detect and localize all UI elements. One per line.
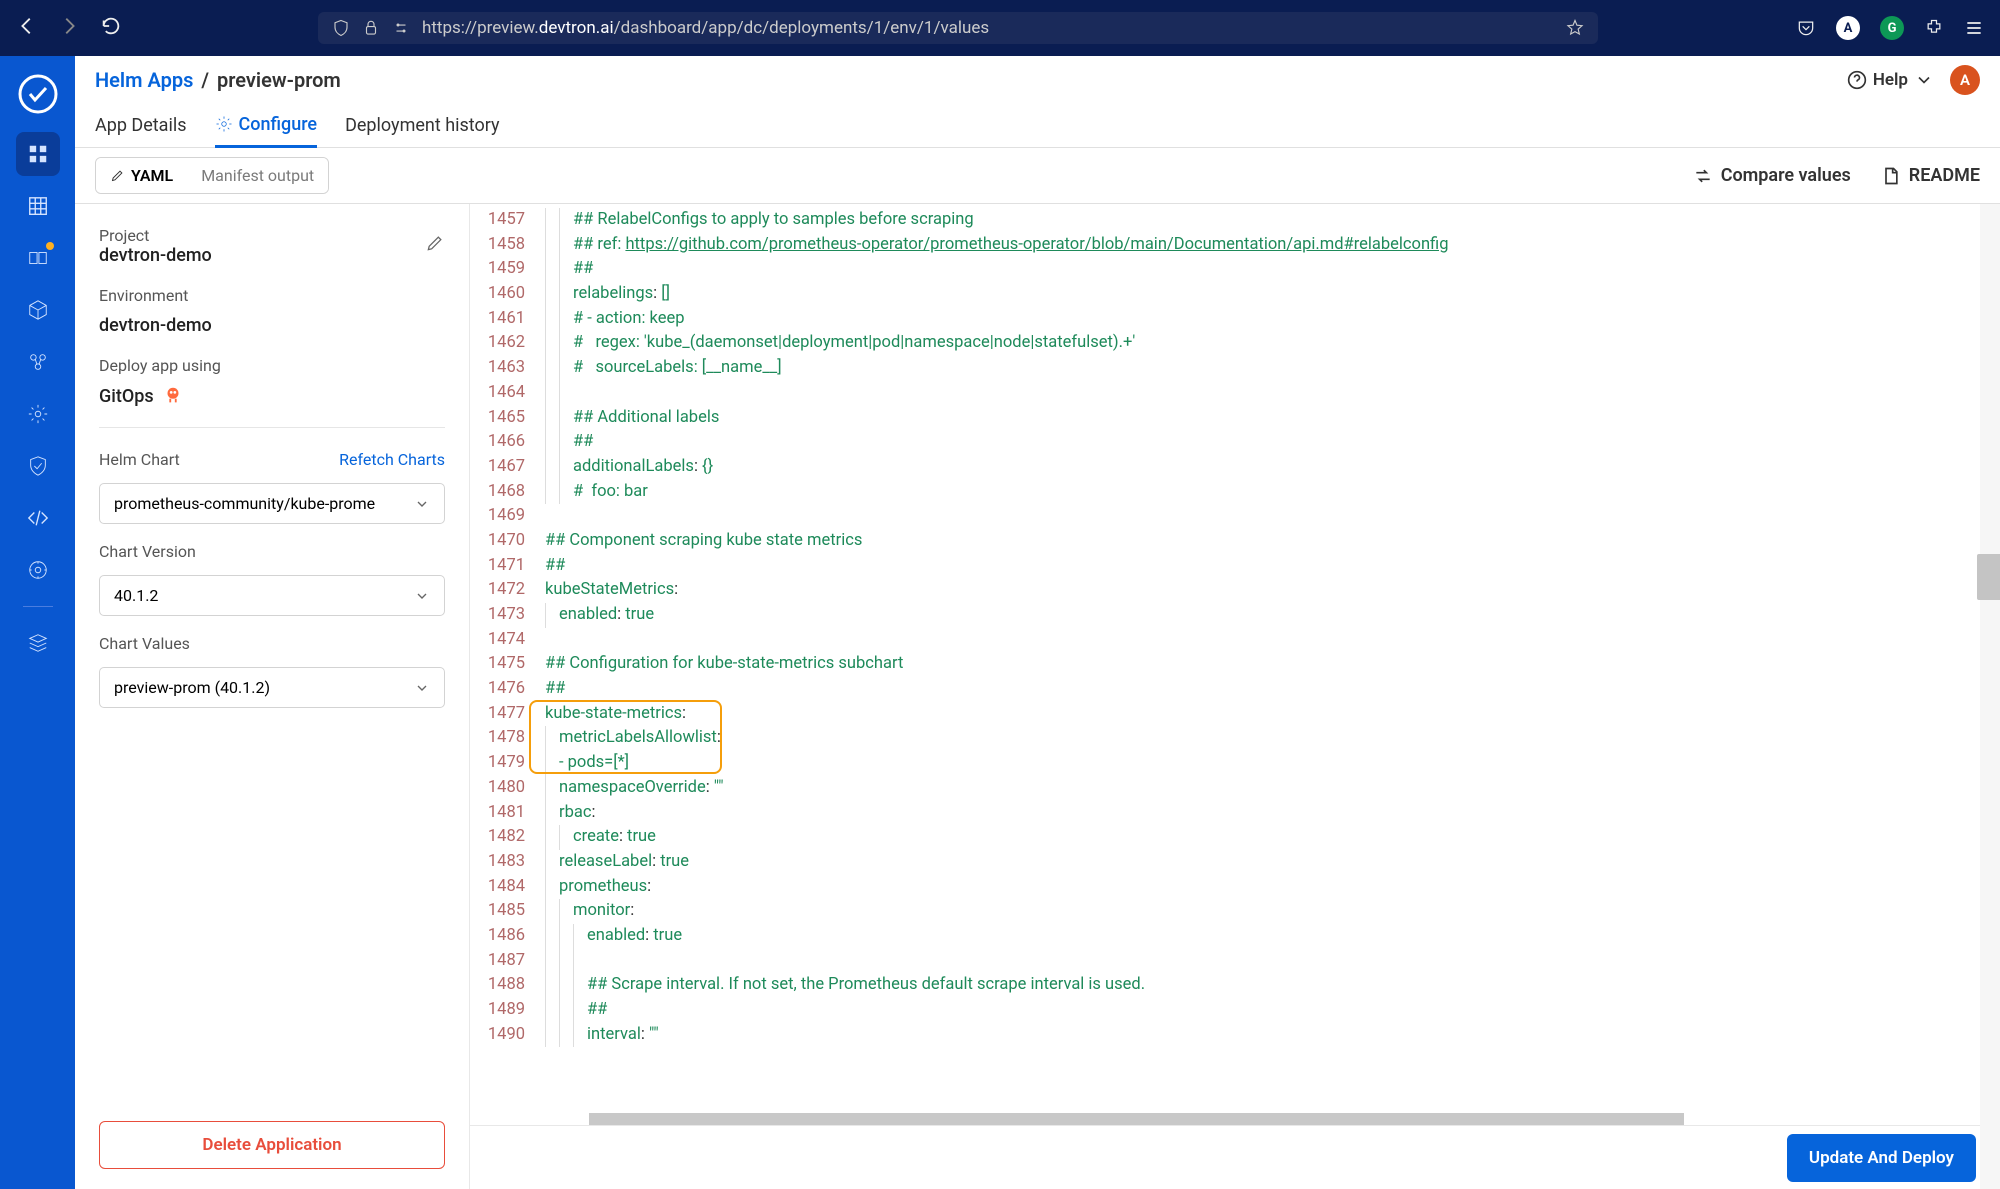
toggle-icon (392, 19, 410, 37)
tab-app-details[interactable]: App Details (95, 105, 187, 146)
tab-deployment-history[interactable]: Deployment history (345, 105, 499, 146)
compare-icon (1693, 166, 1713, 186)
file-icon (1881, 166, 1901, 186)
page-header: Helm Apps / preview-prom Help A (75, 56, 2000, 104)
sidebar-code[interactable] (16, 496, 60, 540)
gear-icon (215, 115, 233, 133)
minimap[interactable] (1980, 204, 2000, 1125)
version-select[interactable]: 40.1.2 (99, 575, 445, 616)
help-icon (1847, 70, 1867, 90)
line-gutter: 1457145814591460146114621463146414651466… (470, 204, 535, 1125)
sidebar-grid[interactable] (16, 184, 60, 228)
compare-values-button[interactable]: Compare values (1693, 165, 1851, 186)
user-avatar[interactable]: A (1950, 65, 1980, 95)
readme-button[interactable]: README (1881, 165, 1980, 186)
menu-icon[interactable] (1964, 18, 1984, 38)
sidebar-security[interactable] (16, 444, 60, 488)
sidebar-jobs[interactable] (16, 236, 60, 280)
url-text: https://preview.devtron.ai/dashboard/app… (422, 18, 989, 38)
nav-back-icon[interactable] (16, 15, 38, 41)
sidebar-settings[interactable] (16, 548, 60, 592)
view-toggle: YAML Manifest output (95, 157, 329, 194)
chevron-down-icon (1914, 70, 1934, 90)
project-value: devtron-demo (99, 245, 212, 266)
sidebar-stack[interactable] (16, 621, 60, 665)
shield-icon (332, 19, 350, 37)
edit-project-button[interactable] (425, 233, 445, 257)
editor-toolbar: YAML Manifest output Compare values READ… (75, 148, 2000, 204)
editor-footer: Update And Deploy (470, 1125, 2000, 1189)
account-icon[interactable]: A (1836, 16, 1860, 40)
env-label: Environment (99, 286, 445, 305)
code-content[interactable]: ## RelabelConfigs to apply to samples be… (535, 204, 2000, 1125)
devtron-logo[interactable] (18, 74, 58, 114)
extension-icon[interactable]: G (1880, 16, 1904, 40)
extensions-icon[interactable] (1924, 18, 1944, 38)
nav-forward-icon (58, 15, 80, 41)
version-label: Chart Version (99, 542, 445, 561)
project-label: Project (99, 226, 212, 245)
bookmark-star-icon[interactable] (1566, 19, 1584, 37)
values-select[interactable]: preview-prom (40.1.2) (99, 667, 445, 708)
sidebar-apps[interactable] (16, 132, 60, 176)
argo-icon (162, 385, 184, 407)
yaml-editor: 1457145814591460146114621463146414651466… (470, 204, 2000, 1189)
code-area[interactable]: 1457145814591460146114621463146414651466… (470, 204, 2000, 1125)
sidebar-cube[interactable] (16, 288, 60, 332)
manifest-toggle[interactable]: Manifest output (187, 158, 328, 193)
app-sidebar (0, 56, 75, 1189)
browser-bar: https://preview.devtron.ai/dashboard/app… (0, 0, 2000, 56)
yaml-toggle[interactable]: YAML (96, 158, 187, 193)
chart-select[interactable]: prometheus-community/kube-prome (99, 483, 445, 524)
delete-application-button[interactable]: Delete Application (99, 1121, 445, 1169)
nav-reload-icon[interactable] (100, 15, 122, 41)
chevron-down-icon (414, 496, 430, 512)
breadcrumb-current: preview-prom (217, 68, 341, 92)
refetch-charts-link[interactable]: Refetch Charts (339, 450, 445, 469)
pencil-icon (110, 168, 125, 183)
deploy-label: Deploy app using (99, 356, 445, 375)
deploy-value: GitOps (99, 386, 154, 407)
update-deploy-button[interactable]: Update And Deploy (1787, 1134, 1976, 1182)
breadcrumb-sep: / (201, 68, 209, 92)
values-label: Chart Values (99, 634, 445, 653)
horizontal-scrollbar[interactable] (589, 1113, 1684, 1125)
tab-configure[interactable]: Configure (215, 104, 318, 148)
chevron-down-icon (414, 588, 430, 604)
sidebar-monitoring[interactable] (16, 340, 60, 384)
tabs-bar: App Details Configure Deployment history (75, 104, 2000, 148)
lock-icon (362, 19, 380, 37)
env-value: devtron-demo (99, 315, 445, 336)
breadcrumb-root[interactable]: Helm Apps (95, 68, 193, 92)
help-button[interactable]: Help (1847, 70, 1934, 90)
config-panel: Project devtron-demo Environment devtron… (75, 204, 470, 1189)
sidebar-gear[interactable] (16, 392, 60, 436)
helm-label: Helm Chart (99, 450, 180, 469)
url-bar[interactable]: https://preview.devtron.ai/dashboard/app… (318, 12, 1598, 44)
minimap-thumb[interactable] (1977, 554, 2000, 600)
chevron-down-icon (414, 680, 430, 696)
pocket-icon[interactable] (1796, 18, 1816, 38)
